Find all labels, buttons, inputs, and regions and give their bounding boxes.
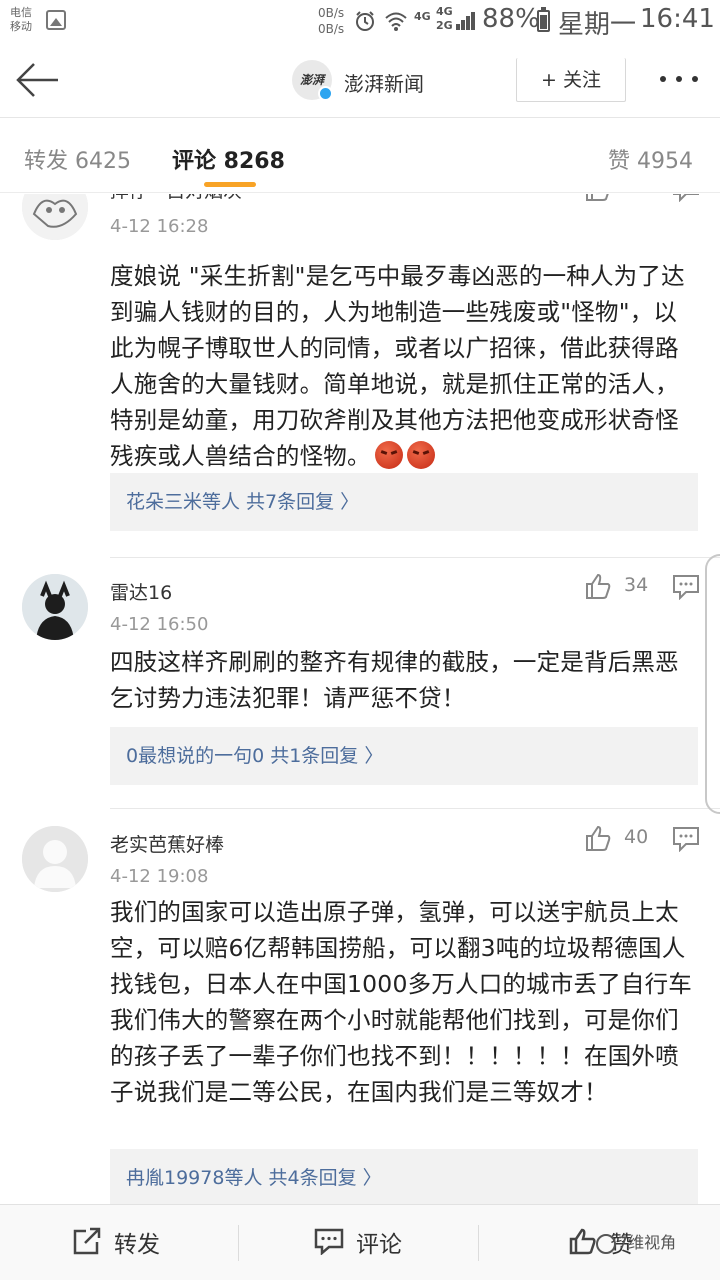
- net-up-speed: 0B/s: [318, 6, 345, 20]
- carrier-line-2: 移动: [10, 20, 32, 33]
- like-count: 40: [624, 826, 649, 848]
- reply-icon[interactable]: [672, 574, 700, 601]
- comment-username[interactable]: 摔停 · 自对烟灰: [110, 194, 242, 203]
- thumbs-up-icon[interactable]: [584, 572, 612, 600]
- more-dots-icon[interactable]: [660, 74, 702, 86]
- comment-text: 四肢这样齐刷刷的整齐有规律的截肢，一定是背后黑恶乞讨势力违法犯罪！请严惩不贷！: [110, 648, 679, 712]
- network-speed: 0B/s 0B/s: [318, 5, 344, 37]
- status-bar: 电信 移动 0B/s 0B/s 4G 4G 2G 88% 星期一 16:41: [0, 0, 720, 44]
- separator: [238, 1225, 239, 1261]
- replies-summary[interactable]: 花朵三米等人 共7条回复 〉: [110, 473, 698, 531]
- comment-username[interactable]: 雷达16: [110, 578, 172, 605]
- network-type-4g: 4G: [414, 10, 431, 23]
- signal-2-icon: [456, 10, 478, 30]
- avatar[interactable]: [22, 574, 88, 640]
- comment-item: 老实芭蕉好棒 4-12 19:08 40 我们的国家可以造出原子弹，氢弹，可以送…: [0, 824, 720, 1204]
- tab-repost[interactable]: 转发 6425: [24, 143, 131, 175]
- verified-badge-icon: [318, 86, 333, 101]
- comment-username[interactable]: 老实芭蕉好棒: [110, 830, 224, 857]
- replies-summary[interactable]: 0最想说的一句0 共1条回复 〉: [110, 727, 698, 785]
- comment-text-content: 度娘说 "采生折割"是乞丐中最歹毒凶恶的一种人为了达到骗人钱财的目的，人为地制造…: [110, 262, 685, 470]
- wechat-badge-icon: [596, 1233, 616, 1254]
- avatar[interactable]: [22, 826, 88, 892]
- divider: [110, 557, 720, 558]
- like-count: 34: [624, 574, 649, 596]
- comment-time: 4-12 16:28: [110, 216, 209, 237]
- network-type-4g-2: 4G: [436, 5, 453, 18]
- share-icon: [72, 1227, 102, 1264]
- separator: [478, 1225, 479, 1261]
- alarm-icon: [354, 10, 376, 36]
- repost-button[interactable]: 转发: [72, 1227, 160, 1259]
- network-type-2g: 2G: [436, 19, 453, 32]
- back-arrow-icon[interactable]: [14, 60, 62, 100]
- comment-text: 度娘说 "采生折割"是乞丐中最歹毒凶恶的一种人为了达到骗人钱财的目的，人为地制造…: [110, 258, 700, 474]
- avatar[interactable]: [22, 194, 88, 240]
- battery-icon: [537, 7, 550, 32]
- thumbs-up-icon[interactable]: [584, 194, 612, 202]
- carrier-line-1: 电信: [10, 6, 32, 19]
- angry-face-icon: [406, 441, 435, 469]
- reply-icon[interactable]: [672, 826, 700, 853]
- watermark: 7维视角: [596, 1229, 676, 1254]
- reply-icon[interactable]: [672, 194, 700, 203]
- repost-label: 转发: [114, 1232, 160, 1258]
- active-tab-indicator: [204, 182, 256, 187]
- tab-comments[interactable]: 评论 8268: [172, 143, 285, 175]
- tab-likes[interactable]: 赞 4954: [608, 143, 693, 175]
- battery-percent: 88%: [482, 4, 540, 34]
- comment-item: 雷达16 4-12 16:50 34 四肢这样齐刷刷的整齐有规律的截肢，一定是背…: [0, 572, 720, 792]
- scroll-indicator[interactable]: [705, 554, 720, 814]
- bottom-action-bar: 转发 评论 赞 7维视角: [0, 1204, 720, 1280]
- watermark-text: 7维视角: [618, 1233, 677, 1252]
- comment-label: 评论: [356, 1232, 402, 1258]
- divider: [110, 808, 720, 809]
- comment-icon: [314, 1227, 344, 1264]
- weekday: 星期一: [558, 10, 637, 40]
- comment-text: 我们的国家可以造出原子弹，氢弹，可以送宇航员上太空，可以赔6亿帮韩国捞船，可以翻…: [110, 898, 693, 1106]
- like-count: 37: [624, 194, 648, 198]
- angry-face-icon: [374, 441, 403, 469]
- comment-time: 4-12 19:08: [110, 866, 209, 887]
- carrier-label: 电信 移动: [10, 6, 32, 34]
- title-bar: 澎湃 澎湃新闻 + 关注: [0, 44, 720, 118]
- follow-button[interactable]: + 关注: [516, 58, 626, 102]
- comment-item: 摔停 · 自对烟灰 4-12 16:28 37 度娘说 "采生折割"是乞丐中最歹…: [0, 194, 720, 544]
- image-notification-icon: [46, 10, 66, 30]
- thumbs-up-icon: [568, 1227, 598, 1264]
- net-down-speed: 0B/s: [318, 22, 345, 36]
- clock: 16:41: [640, 4, 715, 34]
- comment-time: 4-12 16:50: [110, 614, 209, 635]
- wifi-icon: [384, 10, 408, 36]
- tab-bar: 转发 6425 评论 8268 赞 4954: [0, 119, 720, 193]
- thumbs-up-icon[interactable]: [584, 824, 612, 852]
- source-name[interactable]: 澎湃新闻: [344, 68, 424, 97]
- comment-list[interactable]: 摔停 · 自对烟灰 4-12 16:28 37 度娘说 "采生折割"是乞丐中最歹…: [0, 194, 720, 1204]
- replies-summary[interactable]: 冉胤19978等人 共4条回复 〉: [110, 1149, 698, 1204]
- comment-button[interactable]: 评论: [314, 1227, 402, 1259]
